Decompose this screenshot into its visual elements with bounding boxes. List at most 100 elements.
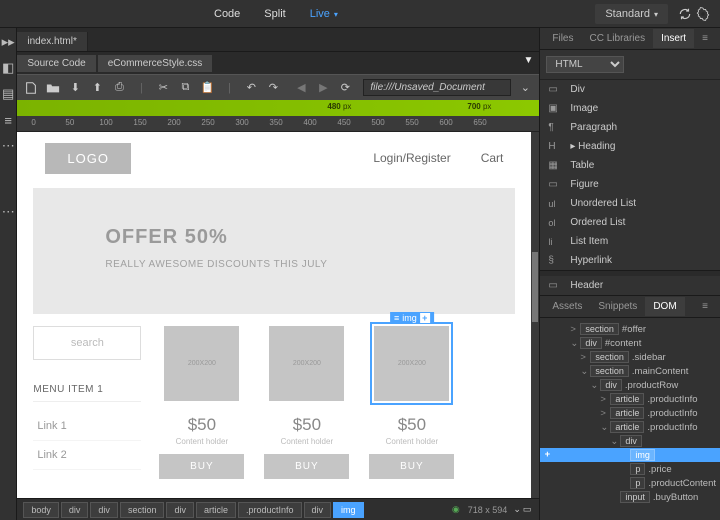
panel-tab[interactable]: Files <box>544 29 581 48</box>
buy-button[interactable]: BUY <box>369 454 454 479</box>
insert-item[interactable]: ▭Div <box>540 80 720 99</box>
dom-node[interactable]: ⌄section.mainContent <box>540 364 720 378</box>
header-icon: ▭ <box>548 280 562 291</box>
upload-icon[interactable]: ⬆ <box>89 80 105 96</box>
dom-icon[interactable]: ≡ <box>0 112 16 128</box>
view-tab-live[interactable]: Live <box>304 4 344 24</box>
insert-item-header[interactable]: ▭ Header <box>540 276 720 295</box>
panel-tab[interactable]: CC Libraries <box>582 29 654 48</box>
panel-tabs-insert: FilesCC LibrariesInsert ≡ <box>540 28 720 50</box>
paste-icon[interactable]: 📋 <box>199 80 215 96</box>
buy-button[interactable]: BUY <box>264 454 349 479</box>
new-file-icon[interactable] <box>23 80 39 96</box>
breadcrumb-item[interactable]: section <box>120 502 165 518</box>
dom-node[interactable]: ⌄div.productRow <box>540 378 720 392</box>
insert-item[interactable]: H▸ Heading <box>540 137 720 156</box>
nav-back-icon[interactable]: ◀ <box>293 80 309 96</box>
breadcrumb-item[interactable]: .productInfo <box>238 502 302 518</box>
product-image[interactable]: 200X200 <box>269 326 344 401</box>
logo[interactable]: LOGO <box>45 143 131 174</box>
copy-icon[interactable]: ⧉ <box>177 80 193 96</box>
panel-tab[interactable]: Insert <box>653 29 694 48</box>
assets-icon[interactable]: ⋯ <box>0 138 16 154</box>
dom-node[interactable]: ⌄div#content <box>540 336 720 350</box>
search-input[interactable]: search <box>33 326 141 360</box>
related-file-tab[interactable]: eCommerceStyle.css <box>98 55 212 72</box>
insert-item[interactable]: liList Item <box>540 232 720 251</box>
nav-fwd-icon[interactable]: ▶ <box>315 80 331 96</box>
breadcrumb-item[interactable]: div <box>90 502 118 518</box>
sidebar-link[interactable]: Link 1 <box>33 412 141 441</box>
buy-button[interactable]: BUY <box>159 454 244 479</box>
panel-tab[interactable]: Assets <box>544 297 590 316</box>
viewport-ruler[interactable]: 480 px700 px <box>17 100 539 116</box>
insert-item[interactable]: §Hyperlink <box>540 251 720 270</box>
scrollbar-track[interactable] <box>531 132 539 498</box>
product-description: Content holder <box>369 437 454 446</box>
workspace-selector[interactable]: Standard <box>595 4 668 24</box>
insert-item[interactable]: ▭Figure <box>540 175 720 194</box>
more-icon[interactable]: ⋯ <box>0 204 16 220</box>
page-body[interactable]: LOGO Login/Register Cart OFFER 50% REALL… <box>17 132 531 498</box>
dom-node[interactable]: ⌄article.productInfo <box>540 420 720 434</box>
dom-node[interactable]: +img <box>540 448 720 462</box>
dom-tree[interactable]: >section#offer⌄div#content>section.sideb… <box>540 318 720 520</box>
css-designer-icon[interactable]: ▤ <box>0 86 16 102</box>
scrollbar-thumb[interactable] <box>532 252 538 322</box>
dom-node[interactable]: ⌄div <box>540 434 720 448</box>
settings-icon[interactable] <box>694 5 712 23</box>
dom-node[interactable]: >article.productInfo <box>540 406 720 420</box>
url-dropdown-icon[interactable]: ⌄ <box>517 80 533 96</box>
dom-node[interactable]: p.productContent <box>540 476 720 490</box>
view-tab-split[interactable]: Split <box>258 4 291 24</box>
dom-node[interactable]: >section.sidebar <box>540 350 720 364</box>
breadcrumb-item[interactable]: div <box>61 502 89 518</box>
open-folder-icon[interactable] <box>45 80 61 96</box>
cart-link[interactable]: Cart <box>481 151 504 165</box>
live-inspect-icon[interactable]: ◧ <box>0 60 16 76</box>
insert-item[interactable]: olOrdered List <box>540 213 720 232</box>
print-icon[interactable]: ⎙ <box>111 80 127 96</box>
product-card[interactable]: 200X200$50Content holderBUY <box>264 326 349 479</box>
undo-icon[interactable]: ↶ <box>243 80 259 96</box>
panel-menu-icon[interactable]: ≡ <box>694 29 716 48</box>
panel-tab[interactable]: DOM <box>645 297 684 316</box>
expand-panel-icon[interactable]: ▸▸ <box>0 34 16 50</box>
menu-heading: MENU ITEM 1 <box>33 378 141 402</box>
cut-icon[interactable]: ✂ <box>155 80 171 96</box>
product-card[interactable]: 200X200$50Content holderBUY <box>159 326 244 479</box>
breadcrumb-item[interactable]: img <box>333 502 364 518</box>
product-card[interactable]: ≡img+200X200$50Content holderBUY <box>369 326 454 479</box>
download-icon[interactable]: ⬇ <box>67 80 83 96</box>
breadcrumb-item[interactable]: body <box>23 502 59 518</box>
login-link[interactable]: Login/Register <box>373 151 450 165</box>
view-tab-code[interactable]: Code <box>208 4 246 24</box>
related-file-tab[interactable]: Source Code <box>17 55 95 72</box>
dom-node[interactable]: p.price <box>540 462 720 476</box>
dom-node[interactable]: >article.productInfo <box>540 392 720 406</box>
reload-icon[interactable]: ⟳ <box>337 80 353 96</box>
redo-icon[interactable]: ↷ <box>265 80 281 96</box>
file-tab[interactable]: index.html* <box>17 32 87 51</box>
filter-icon[interactable]: ▼ <box>523 55 533 66</box>
panel-menu-icon[interactable]: ≡ <box>694 297 716 316</box>
panel-tab[interactable]: Snippets <box>590 297 645 316</box>
breadcrumb-item[interactable]: div <box>304 502 332 518</box>
insert-before-icon[interactable]: + <box>540 449 554 460</box>
device-preview-icon[interactable]: ▭ <box>523 504 532 515</box>
insert-item[interactable]: ▣Image <box>540 99 720 118</box>
breadcrumb-item[interactable]: article <box>196 502 236 518</box>
address-bar[interactable] <box>363 79 511 96</box>
dom-node[interactable]: input.buyButton <box>540 490 720 504</box>
dom-node[interactable]: >section#offer <box>540 322 720 336</box>
insert-item[interactable]: ¶Paragraph <box>540 118 720 137</box>
sidebar-link[interactable]: Link 2 <box>33 441 141 470</box>
sync-icon[interactable] <box>676 5 694 23</box>
insert-item[interactable]: ▦Table <box>540 156 720 175</box>
insert-category-select[interactable]: HTML <box>546 56 624 73</box>
element-tag-indicator[interactable]: ≡img+ <box>390 312 434 324</box>
product-image[interactable]: 200X200 <box>164 326 239 401</box>
insert-item[interactable]: ulUnordered List <box>540 194 720 213</box>
product-image[interactable]: 200X200 <box>374 326 449 401</box>
breadcrumb-item[interactable]: div <box>166 502 194 518</box>
